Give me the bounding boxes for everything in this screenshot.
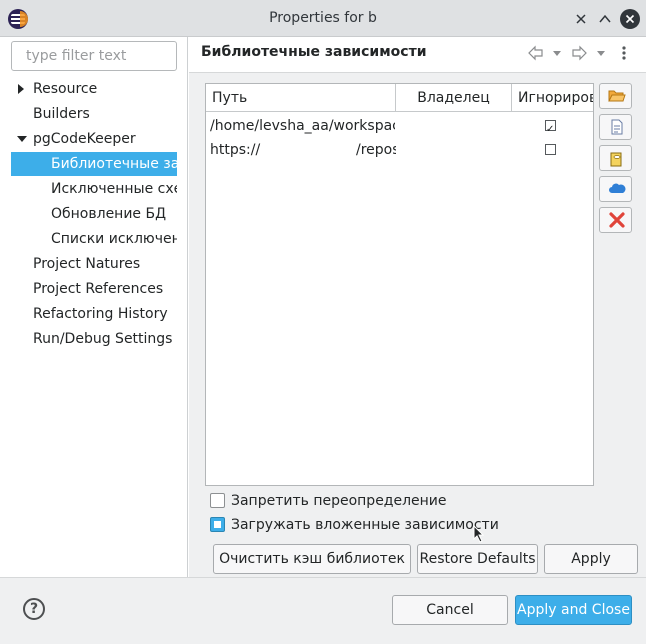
collapse-pgcodekeeper-icon[interactable] xyxy=(17,136,27,142)
delete-icon xyxy=(609,212,625,228)
ignore-checkbox[interactable] xyxy=(545,118,556,138)
ignore-checkbox[interactable] xyxy=(545,144,556,155)
load-nested-label: Загружать вложенные зависимости xyxy=(231,517,499,533)
apply-button[interactable]: Apply xyxy=(544,544,638,574)
column-header-label: Игнорировать xyxy=(518,90,593,106)
add-file-icon xyxy=(611,119,623,135)
open-folder-icon xyxy=(608,90,626,102)
tree-item-label: Run/Debug Settings xyxy=(33,331,173,347)
tree-item-label: Списки исключений xyxy=(51,231,177,247)
column-header-label: Владелец xyxy=(417,90,490,106)
clear-cache-button[interactable]: Очистить кэш библиотек xyxy=(213,544,411,574)
add-database-icon xyxy=(610,152,622,167)
add-remote-icon xyxy=(609,183,626,193)
tree-item-label: Refactoring History xyxy=(33,306,168,322)
mouse-cursor-icon xyxy=(473,524,485,547)
window-titlebar: Properties for b xyxy=(0,0,646,37)
dependencies-table[interactable]: Путь Владелец Игнорировать /home/levsha_… xyxy=(205,83,594,486)
forbid-override-label: Запретить переопределение xyxy=(231,493,447,509)
tree-item-project-references[interactable]: Project References xyxy=(11,277,177,301)
column-header-ignore[interactable]: Игнорировать xyxy=(512,84,593,112)
back-arrow-icon[interactable] xyxy=(527,44,545,62)
tree-item-run-debug-settings[interactable]: Run/Debug Settings xyxy=(11,327,177,351)
window-title: Properties for b xyxy=(269,10,377,26)
tree-item-label: Исключенные схемы xyxy=(51,181,177,197)
tree-item-exclusion-lists[interactable]: Списки исключений xyxy=(11,227,177,251)
delete-button[interactable] xyxy=(599,207,632,233)
tree-item-label: Builders xyxy=(33,106,90,122)
tree-item-db-update[interactable]: Обновление БД xyxy=(11,202,177,226)
row-path-end: /repos xyxy=(356,142,396,158)
load-nested-checkbox[interactable] xyxy=(210,517,225,532)
close-window-icon[interactable] xyxy=(620,9,640,29)
apply-and-close-button[interactable]: Apply and Close xyxy=(515,595,632,625)
forbid-override-option[interactable]: Запретить переопределение xyxy=(210,492,450,510)
tree-item-label: Обновление БД xyxy=(51,206,167,222)
add-remote-button[interactable] xyxy=(599,176,632,202)
tree-item-builders[interactable]: Builders xyxy=(11,102,177,126)
tree-item-label: Project Natures xyxy=(33,256,141,272)
tree-item-label: pgCodeKeeper xyxy=(33,131,136,147)
column-header-path[interactable]: Путь xyxy=(206,84,396,112)
row-path-start: https:// xyxy=(210,142,261,158)
minimize-icon[interactable] xyxy=(571,9,591,29)
table-row[interactable]: /home/levsha_aa/workspace/d xyxy=(206,114,593,138)
page-title: Библиотечные зависимости xyxy=(201,44,427,60)
restore-defaults-button[interactable]: Restore Defaults xyxy=(417,544,538,574)
tree-item-project-natures[interactable]: Project Natures xyxy=(11,252,177,276)
tree-item-refactoring-history[interactable]: Refactoring History xyxy=(11,302,177,326)
tree-item-pgcodekeeper[interactable]: pgCodeKeeper xyxy=(11,127,177,151)
tree-item-label: Библиотечные зависимости xyxy=(51,156,177,172)
load-nested-option[interactable]: Загружать вложенные зависимости xyxy=(210,516,499,534)
tree-item-label: Resource xyxy=(33,81,98,97)
filter-input[interactable]: type filter text xyxy=(11,41,177,71)
help-icon[interactable]: ? xyxy=(23,598,45,620)
back-dropdown-icon[interactable] xyxy=(551,44,563,62)
forward-dropdown-icon[interactable] xyxy=(595,44,607,62)
table-row[interactable]: https:// /repos xyxy=(206,138,593,162)
tree-item-library-dependencies[interactable]: Библиотечные зависимости xyxy=(11,152,177,176)
forbid-override-checkbox[interactable] xyxy=(210,493,225,508)
tree-item-label: Project References xyxy=(33,281,164,297)
cancel-button[interactable]: Cancel xyxy=(392,595,508,625)
add-file-button[interactable] xyxy=(599,114,632,140)
row-path: /home/levsha_aa/workspace/d xyxy=(210,118,395,134)
maximize-icon[interactable] xyxy=(595,9,615,29)
column-header-owner[interactable]: Владелец xyxy=(396,84,512,112)
add-database-button[interactable] xyxy=(599,145,632,171)
forward-arrow-icon[interactable] xyxy=(570,44,588,62)
view-menu-icon[interactable] xyxy=(618,44,630,62)
tree-item-excluded-schemas[interactable]: Исключенные схемы xyxy=(11,177,177,201)
column-header-label: Путь xyxy=(212,90,248,106)
tree-item-resource[interactable]: Resource xyxy=(11,77,177,101)
open-folder-button[interactable] xyxy=(599,83,632,109)
